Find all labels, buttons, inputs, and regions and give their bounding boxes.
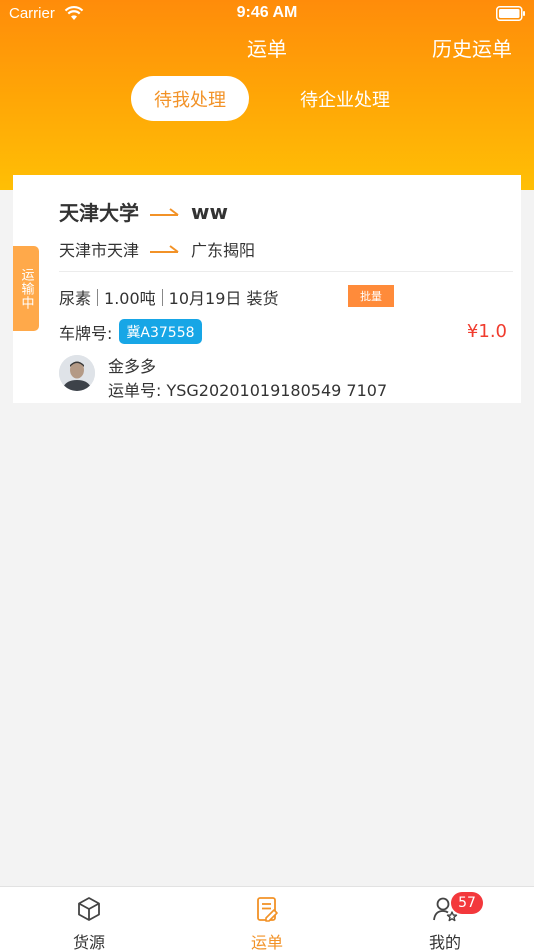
driver-photo (59, 355, 95, 391)
batch-badge: 批量 (348, 285, 394, 307)
cargo-type: 尿素 (59, 289, 92, 308)
driver-name: 金多多 (108, 357, 157, 376)
arrow-right-icon (150, 207, 179, 216)
plate-number: 冀A37558 (119, 319, 202, 344)
status-badge: 运输中 (13, 246, 39, 331)
waybill-card[interactable]: 运输中 天津大学 ww 天津市天津 广东揭阳 尿素 1.00吨 10月19日 装… (13, 175, 521, 403)
tab-pending-mine[interactable]: 待我处理 (131, 76, 249, 121)
tab-bar: 货源 运单 57 我的 (0, 886, 534, 950)
plate-label: 车牌号: (59, 323, 113, 343)
tab-label: 我的 (428, 933, 461, 950)
notification-badge: 57 (451, 892, 483, 914)
tab-pending-company[interactable]: 待企业处理 (284, 76, 406, 121)
battery-icon (496, 6, 525, 21)
avatar (59, 355, 95, 391)
arrow-right-icon (150, 245, 179, 253)
route-main: 天津大学 ww (59, 197, 228, 226)
destination-name: ww (191, 199, 228, 224)
load-date: 10月19日 装货 (168, 289, 279, 308)
tab-label: 运单 (250, 933, 283, 950)
status-bar: Carrier 9:46 AM (0, 0, 534, 28)
origin-name: 天津大学 (59, 201, 139, 225)
cargo-weight: 1.00吨 (104, 289, 156, 308)
separator (97, 288, 99, 306)
document-icon (257, 897, 278, 922)
route-cities: 天津市天津 广东揭阳 (59, 237, 255, 261)
origin-city: 天津市天津 (59, 241, 140, 260)
separator (161, 288, 163, 306)
cube-icon (78, 897, 100, 921)
header-background (0, 0, 534, 190)
plate-row: 车牌号: 冀A37558 (59, 319, 202, 344)
tab-waybill[interactable]: 运单 (207, 887, 327, 950)
price: ¥1.0 (466, 321, 507, 342)
tab-cargo-source[interactable]: 货源 (29, 887, 149, 950)
cargo-info: 尿素 1.00吨 10月19日 装货 (59, 285, 278, 309)
history-waybill-button[interactable]: 历史运单 (432, 33, 512, 62)
tab-label: 货源 (72, 933, 105, 950)
tab-mine[interactable]: 57 我的 (385, 887, 505, 950)
waybill-number: 运单号: YSG20201019180549 7107 (108, 381, 388, 400)
divider (59, 271, 513, 272)
clock: 9:46 AM (236, 4, 298, 21)
destination-city: 广东揭阳 (191, 241, 256, 260)
